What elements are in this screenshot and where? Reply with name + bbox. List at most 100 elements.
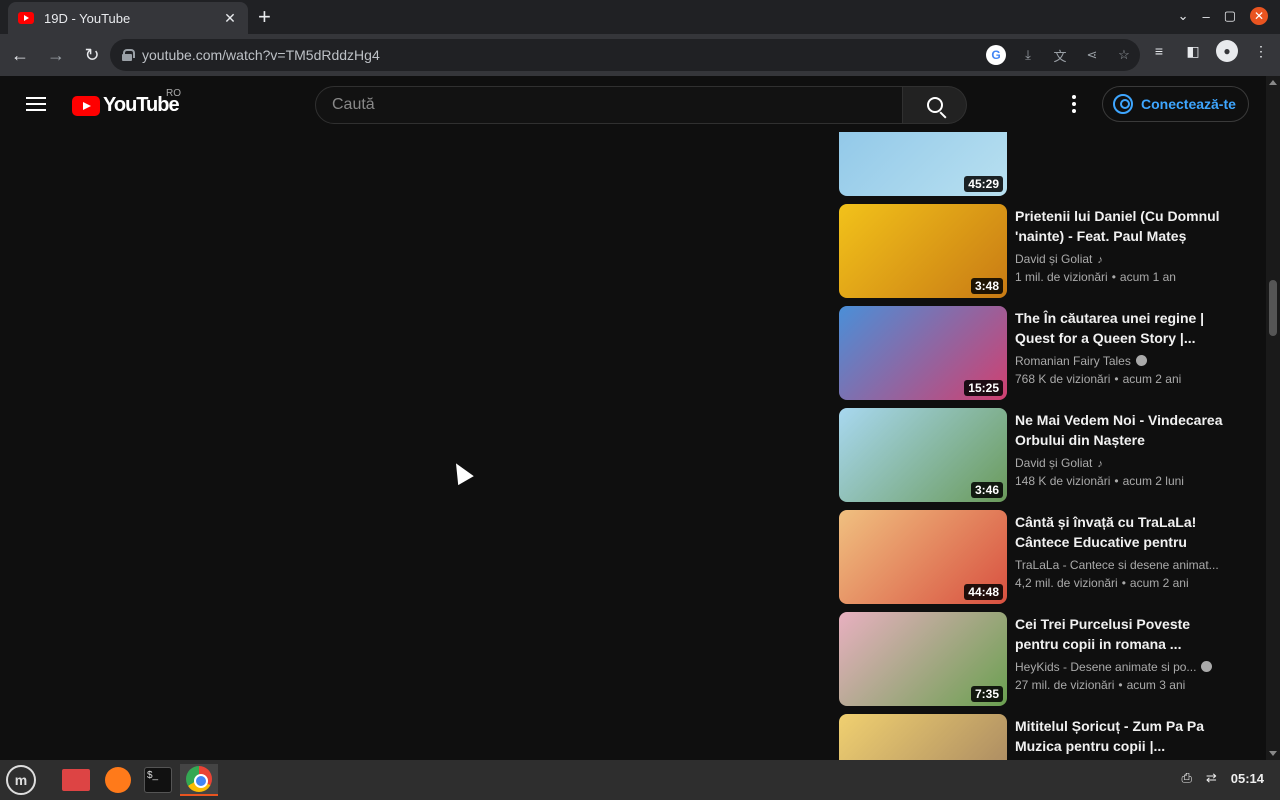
user-icon <box>1113 94 1133 114</box>
video-duration: 7:35 <box>970 686 1003 702</box>
chrome-menu-icon[interactable]: ⋮ <box>1250 40 1272 62</box>
search-input[interactable] <box>332 96 902 114</box>
terminal-icon[interactable]: $_ <box>142 764 174 796</box>
video-title[interactable]: Prietenii lui Daniel (Cu Domnul 'nainte)… <box>1015 206 1225 246</box>
video-views: 4,2 mil. de vizionări <box>1015 576 1118 590</box>
lock-icon[interactable] <box>122 49 135 61</box>
video-meta: 148 K de vizionări • acum 2 luni <box>1015 474 1184 488</box>
install-icon[interactable]: ⤓ <box>1018 45 1038 65</box>
translate-icon[interactable]: 文 <box>1050 45 1070 65</box>
video-title[interactable]: Ne Mai Vedem Noi - Vindecarea Orbului di… <box>1015 410 1225 450</box>
related-video-card[interactable]: 15:25 The În căutarea unei regine | Quest… <box>838 306 1258 402</box>
search-box[interactable] <box>315 86 903 124</box>
tab-youtube[interactable]: 19D - YouTube ✕ <box>8 2 248 34</box>
video-duration: 44:48 <box>964 584 1003 600</box>
search-button[interactable] <box>903 86 967 124</box>
address-bar[interactable]: youtube.com/watch?v=TM5dRddzHg4 G ⤓ 文 ⋖ … <box>110 39 1140 71</box>
omnibox-actions: G ⤓ 文 ⋖ ☆ <box>986 45 1134 65</box>
toolbar-right: ≡ ◧ ● ⋮ <box>1148 40 1272 62</box>
back-icon[interactable]: ← <box>4 39 36 71</box>
new-tab-button[interactable]: + <box>258 6 271 28</box>
profile-icon[interactable]: ● <box>1216 40 1238 62</box>
related-video-card[interactable]: 3:46 Ne Mai Vedem Noi - Vindecarea Orbulu… <box>838 408 1258 504</box>
channel-name: David și Goliat <box>1015 252 1093 266</box>
related-video-card[interactable]: 20:06Mititelul Șoricuț - Zum Pa Pa Muzic… <box>838 714 1258 760</box>
video-duration: 45:29 <box>964 176 1003 192</box>
video-age: acum 2 ani <box>1129 576 1189 590</box>
video-meta: 1 mil. de vizionări • acum 1 an <box>1015 270 1176 284</box>
video-thumbnail[interactable]: 44:48 <box>839 510 1007 604</box>
page-scrollbar[interactable] <box>1266 76 1280 760</box>
menu-icon[interactable] <box>26 97 46 111</box>
tab-close-button[interactable]: ✕ <box>222 10 238 27</box>
video-thumbnail[interactable]: 20:06 <box>839 714 1007 760</box>
video-title[interactable]: Mititelul Șoricuț - Zum Pa Pa Muzica pen… <box>1015 716 1225 756</box>
url-text[interactable]: youtube.com/watch?v=TM5dRddzHg4 <box>142 47 380 63</box>
files-icon[interactable] <box>60 764 92 796</box>
os-taskbar: m $_ ⎙ ⇄ 05:14 <box>0 760 1280 800</box>
reload-icon[interactable]: ↻ <box>76 39 108 71</box>
network-icon[interactable]: ⇄ <box>1206 770 1217 786</box>
sidebar-icon[interactable]: ◧ <box>1182 40 1204 62</box>
signin-button[interactable]: Conectează-te <box>1102 86 1249 122</box>
clock[interactable]: 05:14 <box>1231 771 1264 786</box>
browser-tabbar: 19D - YouTube ✕ + ⌄ – ▢ ✕ <box>0 0 1280 34</box>
tab-search-icon[interactable]: ⌄ <box>1178 8 1189 24</box>
share-icon[interactable]: ⋖ <box>1082 45 1102 65</box>
scroll-down-icon[interactable] <box>1269 751 1277 756</box>
video-thumbnail[interactable]: 7:35 <box>839 612 1007 706</box>
meta-separator: • <box>1114 474 1119 488</box>
video-channel[interactable]: David și Goliat ♪ <box>1015 252 1225 266</box>
video-player[interactable] <box>0 132 830 760</box>
youtube-play-icon <box>72 95 100 116</box>
channel-name: TraLaLa - Cantece si desene animat... <box>1015 558 1219 572</box>
video-title[interactable]: Cei Trei Purcelusi Poveste pentru copii … <box>1015 614 1225 654</box>
meta-separator: • <box>1118 678 1123 692</box>
firefox-icon[interactable] <box>102 764 134 796</box>
video-channel[interactable]: David și Goliat ♪ <box>1015 456 1225 470</box>
video-channel[interactable]: TraLaLa - Cantece si desene animat... <box>1015 558 1225 572</box>
video-thumbnail[interactable]: 45:29 <box>839 132 1007 196</box>
chrome-icon[interactable] <box>180 764 218 796</box>
video-meta: 4,2 mil. de vizionări • acum 2 ani <box>1015 576 1189 590</box>
minimize-button[interactable]: – <box>1202 9 1209 24</box>
signin-label: Conectează-te <box>1141 96 1236 112</box>
video-duration: 15:25 <box>964 380 1003 396</box>
meta-separator: • <box>1114 372 1119 386</box>
music-note-icon: ♪ <box>1097 254 1103 266</box>
video-duration: 3:46 <box>970 482 1003 498</box>
related-video-card[interactable]: 7:35 Cei Trei Purcelusi Poveste pentru co… <box>838 612 1258 708</box>
media-icon[interactable]: ≡ <box>1148 40 1170 62</box>
youtube-logo[interactable]: YouTube RO <box>72 88 181 117</box>
youtube-favicon-icon <box>18 12 34 24</box>
mint-menu-icon[interactable]: m <box>6 765 36 795</box>
video-thumbnail[interactable]: 3:46 <box>839 408 1007 502</box>
video-title[interactable]: The În căutarea unei regine | Quest for … <box>1015 308 1225 348</box>
scroll-up-icon[interactable] <box>1269 80 1277 85</box>
scroll-thumb[interactable] <box>1269 280 1277 336</box>
mouse-cursor-icon <box>448 458 474 486</box>
maximize-button[interactable]: ▢ <box>1224 8 1236 24</box>
star-icon[interactable]: ☆ <box>1114 45 1134 65</box>
more-icon[interactable] <box>1064 94 1084 114</box>
music-note-icon: ♪ <box>1097 458 1103 470</box>
video-channel[interactable]: HeyKids - Desene animate si po... <box>1015 660 1225 674</box>
close-window-button[interactable]: ✕ <box>1250 7 1268 25</box>
video-channel[interactable]: Romanian Fairy Tales <box>1015 354 1225 368</box>
video-thumbnail[interactable]: 15:25 <box>839 306 1007 400</box>
channel-name: Romanian Fairy Tales <box>1015 354 1131 368</box>
video-views: 27 mil. de vizionări <box>1015 678 1115 692</box>
printer-icon[interactable]: ⎙ <box>1181 770 1191 786</box>
related-video-card[interactable]: 3:48 Prietenii lui Daniel (Cu Domnul 'nai… <box>838 204 1258 300</box>
country-code: RO <box>166 88 181 99</box>
meta-separator: • <box>1111 270 1116 284</box>
related-videos-list: 45:29331 K de vizionări•acum 2 ani 3:48 Pr… <box>838 132 1258 760</box>
google-icon[interactable]: G <box>986 45 1006 65</box>
related-video-card[interactable]: 44:48 Cântă și învață cu TraLaLa! Cântece… <box>838 510 1258 606</box>
video-thumbnail[interactable]: 3:48 <box>839 204 1007 298</box>
video-title[interactable]: Cântă și învață cu TraLaLa! Cântece Educ… <box>1015 512 1225 552</box>
forward-icon[interactable]: → <box>40 39 72 71</box>
youtube-header: YouTube RO Conectează-te <box>0 76 1266 132</box>
related-video-card[interactable]: 45:29331 K de vizionări•acum 2 ani <box>838 132 1258 198</box>
video-meta: 768 K de vizionări • acum 2 ani <box>1015 372 1181 386</box>
